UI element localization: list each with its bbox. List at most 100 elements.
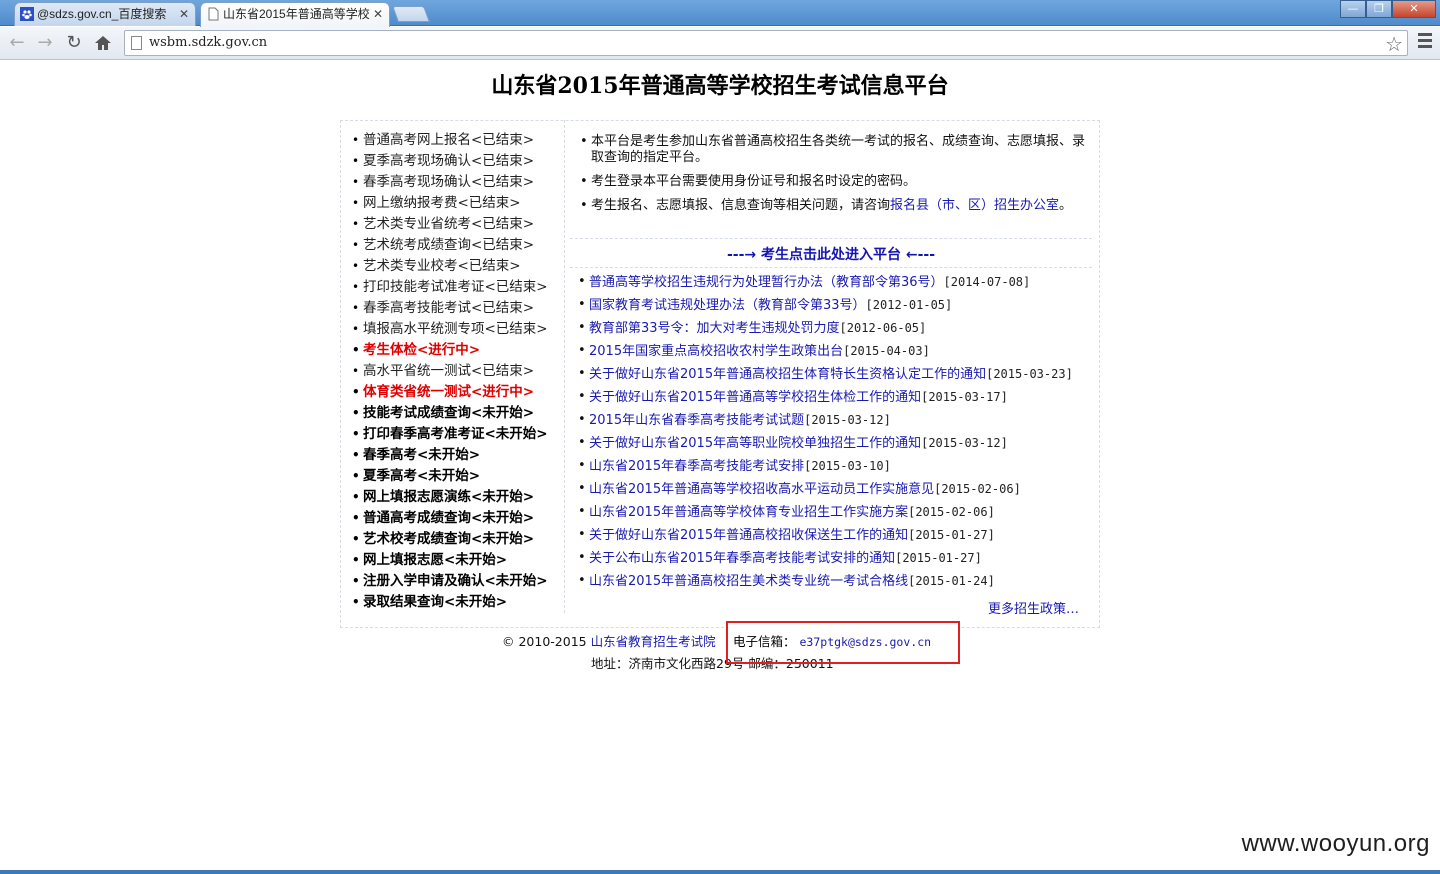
- status-item[interactable]: 填报高水平统测专项<已结束>: [352, 319, 548, 340]
- process-status-list: 普通高考网上报名<已结束>夏季高考现场确认<已结束>春季高考现场确认<已结束>网…: [352, 130, 548, 613]
- org-link[interactable]: 山东省教育招生考试院: [591, 634, 716, 649]
- news-title-link[interactable]: 普通高等学校招生违规行为处理暂行办法（教育部令第36号）: [589, 275, 944, 290]
- news-title-link[interactable]: 关于做好山东省2015年普通高校招生体育特长生资格认定工作的通知: [589, 367, 986, 382]
- news-date: [2015-03-10]: [804, 459, 891, 473]
- status-item[interactable]: 艺术统考成绩查询<已结束>: [352, 235, 548, 256]
- status-item[interactable]: 夏季高考现场确认<已结束>: [352, 151, 548, 172]
- divider: [570, 238, 1092, 239]
- county-office-link[interactable]: 报名县（市、区）招生办公室: [890, 198, 1059, 213]
- status-item[interactable]: 打印春季高考准考证<未开始>: [352, 424, 548, 445]
- news-item: 关于做好山东省2015年普通高等学校招生体检工作的通知[2015-03-17]: [578, 389, 1078, 406]
- more-policies-link[interactable]: 更多招生政策…: [988, 598, 1079, 617]
- tab-title: 山东省2015年普通高等学校: [223, 7, 370, 21]
- news-title-link[interactable]: 关于做好山东省2015年普通高等学校招生体检工作的通知: [589, 390, 921, 405]
- reload-icon[interactable]: ↻: [63, 32, 85, 54]
- email-link[interactable]: e37ptgk@sdzs.gov.cn: [800, 635, 932, 649]
- page-title: 山东省2015年普通高等学校招生考试信息平台: [491, 73, 949, 99]
- news-title-link[interactable]: 山东省2015年春季高考技能考试安排: [589, 459, 804, 474]
- news-title-link[interactable]: 关于做好山东省2015年高等职业院校单独招生工作的通知: [589, 436, 921, 451]
- page-icon: [131, 36, 142, 50]
- browser-toolbar: ← → ↻ wsbm.sdzk.gov.cn ☆: [0, 27, 1440, 60]
- news-item: 关于做好山东省2015年普通高校招生体育特长生资格认定工作的通知[2015-03…: [578, 366, 1078, 383]
- baidu-paw-icon: [20, 7, 34, 21]
- restore-button[interactable]: ❐: [1366, 0, 1392, 18]
- status-item[interactable]: 艺术类专业省统考<已结束>: [352, 214, 548, 235]
- news-title-link[interactable]: 山东省2015年普通高等学校体育专业招生工作实施方案: [589, 505, 908, 520]
- status-item[interactable]: 春季高考<未开始>: [352, 445, 548, 466]
- menu-icon[interactable]: [1418, 33, 1432, 51]
- tab-title: @sdzs.gov.cn_百度搜索: [37, 7, 167, 21]
- status-item[interactable]: 普通高考网上报名<已结束>: [352, 130, 548, 151]
- news-title-link[interactable]: 山东省2015年普通高校招生美术类专业统一考试合格线: [589, 574, 908, 589]
- status-item[interactable]: 春季高考现场确认<已结束>: [352, 172, 548, 193]
- news-title-link[interactable]: 关于做好山东省2015年普通高校招收保送生工作的通知: [589, 528, 908, 543]
- news-date: [2015-03-23]: [986, 367, 1073, 381]
- status-item[interactable]: 艺术校考成绩查询<未开始>: [352, 529, 548, 550]
- status-item[interactable]: 网上缴纳报考费<已结束>: [352, 193, 548, 214]
- news-item: 山东省2015年普通高等学校体育专业招生工作实施方案[2015-02-06]: [578, 504, 1078, 521]
- status-item[interactable]: 打印技能考试准考证<已结束>: [352, 277, 548, 298]
- news-date: [2015-03-12]: [804, 413, 891, 427]
- window-controls: — ❐ ✕: [1340, 0, 1436, 18]
- news-date: [2015-01-27]: [908, 528, 995, 542]
- status-item[interactable]: 网上填报志愿演练<未开始>: [352, 487, 548, 508]
- news-date: [2015-02-06]: [934, 482, 1021, 496]
- news-title-link[interactable]: 山东省2015年普通高等学校招收高水平运动员工作实施意见: [589, 482, 934, 497]
- taskbar-edge: [0, 870, 1440, 874]
- news-item: 国家教育考试违规处理办法（教育部令第33号）[2012-01-05]: [578, 297, 1078, 314]
- status-item[interactable]: 技能考试成绩查询<未开始>: [352, 403, 548, 424]
- news-title-link[interactable]: 教育部第33号令：加大对考生违规处罚力度: [589, 321, 840, 336]
- email-line: 电子信箱： e37ptgk@sdzs.gov.cn: [733, 631, 931, 650]
- news-title-link[interactable]: 国家教育考试违规处理办法（教育部令第33号）: [589, 298, 866, 313]
- news-date: [2014-07-08]: [943, 275, 1031, 289]
- page-icon: [208, 7, 219, 21]
- tab-baidu-search[interactable]: @sdzs.gov.cn_百度搜索 ✕: [14, 2, 196, 26]
- status-item[interactable]: 艺术类专业校考<已结束>: [352, 256, 548, 277]
- back-arrow-icon[interactable]: ←: [6, 32, 28, 54]
- status-item[interactable]: 网上填报志愿<未开始>: [352, 550, 548, 571]
- status-item[interactable]: 考生体检<进行中>: [352, 340, 548, 361]
- news-title-link[interactable]: 2015年山东省春季高考技能考试试题: [589, 413, 804, 428]
- news-date: [2015-02-06]: [908, 505, 995, 519]
- copyright-text: © 2010-2015: [502, 634, 587, 649]
- notice-item: 考生报名、志愿填报、信息查询等相关问题，请咨询报名县（市、区）招生办公室。: [578, 198, 1086, 214]
- news-item: 山东省2015年春季高考技能考试安排[2015-03-10]: [578, 458, 1078, 475]
- status-item[interactable]: 注册入学申请及确认<未开始>: [352, 571, 548, 592]
- tab-sdzk-platform[interactable]: 山东省2015年普通高等学校 ✕: [200, 2, 390, 27]
- watermark: www.wooyun.org: [1241, 830, 1430, 857]
- news-title-link[interactable]: 关于公布山东省2015年春季高考技能考试安排的通知: [589, 551, 895, 566]
- news-list: 普通高等学校招生违规行为处理暂行办法（教育部令第36号）[2014-07-08]…: [578, 274, 1078, 596]
- news-date: [2015-01-24]: [908, 574, 995, 588]
- status-item[interactable]: 普通高考成绩查询<未开始>: [352, 508, 548, 529]
- close-window-button[interactable]: ✕: [1392, 0, 1436, 18]
- news-date: [2012-06-05]: [839, 321, 927, 335]
- new-tab-button[interactable]: [392, 6, 430, 22]
- news-date: [2015-03-17]: [921, 390, 1008, 404]
- minimize-button[interactable]: —: [1340, 0, 1366, 18]
- news-item: 2015年国家重点高校招收农村学生政策出台[2015-04-03]: [578, 343, 1078, 360]
- status-item[interactable]: 高水平省统一测试<已结束>: [352, 361, 548, 382]
- news-date: [2015-01-27]: [895, 551, 982, 565]
- status-item[interactable]: 春季高考技能考试<已结束>: [352, 298, 548, 319]
- close-icon[interactable]: ✕: [179, 3, 189, 25]
- news-item: 山东省2015年普通高校招生美术类专业统一考试合格线[2015-01-24]: [578, 573, 1078, 590]
- enter-platform-link[interactable]: ---→ 考生点击此处进入平台 ←---: [570, 244, 1092, 264]
- news-date: [2015-04-03]: [843, 344, 930, 358]
- notice-item: 本平台是考生参加山东省普通高校招生各类统一考试的报名、成绩查询、志愿填报、录取查…: [578, 134, 1086, 166]
- close-icon[interactable]: ✕: [373, 3, 383, 25]
- news-title-link[interactable]: 2015年国家重点高校招收农村学生政策出台: [589, 344, 843, 359]
- url-text: wsbm.sdzk.gov.cn: [149, 35, 268, 50]
- status-item[interactable]: 录取结果查询<未开始>: [352, 592, 548, 613]
- status-item[interactable]: 体育类省统一测试<进行中>: [352, 382, 548, 403]
- news-date: [2015-03-12]: [921, 436, 1008, 450]
- status-item[interactable]: 夏季高考<未开始>: [352, 466, 548, 487]
- home-icon[interactable]: [92, 32, 114, 54]
- forward-arrow-icon[interactable]: →: [34, 32, 56, 54]
- address-bar[interactable]: wsbm.sdzk.gov.cn ☆: [124, 30, 1408, 56]
- news-item: 教育部第33号令：加大对考生违规处罚力度[2012-06-05]: [578, 320, 1078, 337]
- bookmark-star-icon[interactable]: ☆: [1385, 32, 1403, 56]
- news-item: 普通高等学校招生违规行为处理暂行办法（教育部令第36号）[2014-07-08]: [578, 274, 1078, 291]
- footer-copyright-line: © 2010-2015 山东省教育招生考试院: [502, 631, 716, 650]
- news-item: 关于做好山东省2015年普通高校招收保送生工作的通知[2015-01-27]: [578, 527, 1078, 544]
- email-label: 电子信箱：: [733, 634, 796, 649]
